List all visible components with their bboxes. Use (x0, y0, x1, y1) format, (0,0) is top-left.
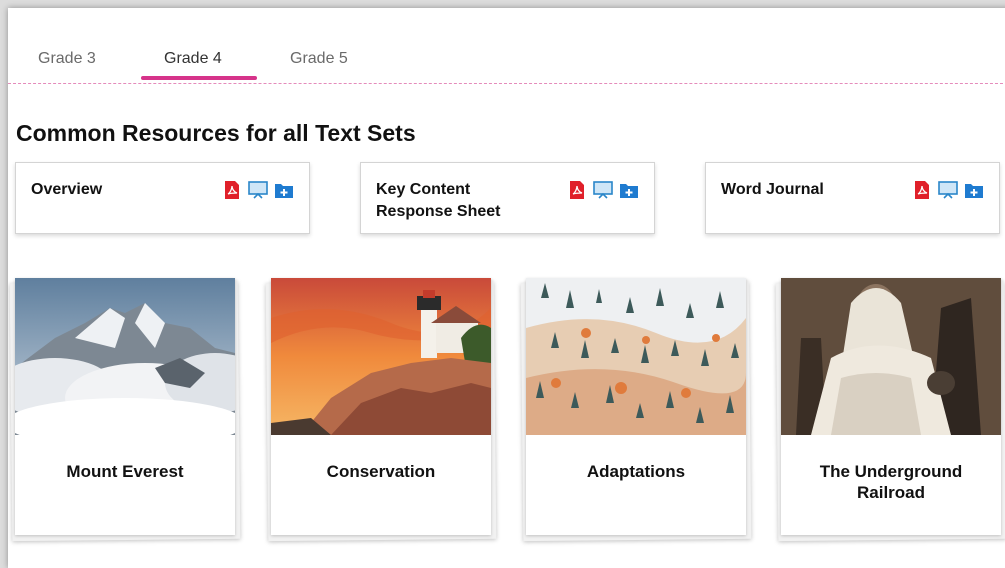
tab-grade-5[interactable]: Grade 5 (290, 50, 348, 78)
topic-card-the-underground-railroad[interactable]: The Underground Railroad (775, 278, 1005, 542)
resource-label: Word Journal (721, 181, 824, 198)
conservation-image (271, 278, 491, 435)
tab-grade-4[interactable]: Grade 4 (164, 50, 222, 78)
pdf-icon[interactable] (567, 180, 587, 200)
topic-title: The Underground Railroad (819, 462, 963, 502)
add-to-folder-icon[interactable] (619, 180, 639, 200)
tab-grade-3[interactable]: Grade 3 (38, 50, 96, 78)
topic-card-face[interactable]: Mount Everest (15, 278, 235, 535)
tab-divider (8, 83, 1005, 84)
topic-card-conservation[interactable]: Conservation (265, 278, 497, 542)
adaptations-image (526, 278, 746, 435)
add-to-folder-icon[interactable] (964, 180, 984, 200)
resource-label: Key Content Response Sheet (376, 181, 501, 220)
topic-title: Mount Everest (66, 462, 184, 481)
resource-card-key-content-response-sheet[interactable]: Key Content Response Sheet (360, 162, 655, 234)
pdf-icon[interactable] (912, 180, 932, 200)
presentation-icon[interactable] (591, 180, 615, 200)
topic-card-face[interactable]: Conservation (271, 278, 491, 535)
presentation-icon[interactable] (246, 180, 270, 200)
topic-title: Adaptations (586, 462, 686, 481)
mount-everest-image (15, 278, 235, 435)
pdf-icon[interactable] (222, 180, 242, 200)
page-frame: Grade 3 Grade 4 Grade 5 Common Resources… (8, 8, 1005, 568)
resource-card-word-journal[interactable]: Word Journal (705, 162, 1000, 234)
topic-title: Conservation (326, 462, 436, 481)
topic-card-mount-everest[interactable]: Mount Everest (9, 278, 241, 542)
resource-card-overview[interactable]: Overview (15, 162, 310, 234)
topic-card-face[interactable]: Adaptations (526, 278, 746, 535)
topic-card-adaptations[interactable]: Adaptations (520, 278, 752, 542)
active-tab-indicator (141, 76, 257, 80)
topic-card-face[interactable]: The Underground Railroad (781, 278, 1001, 535)
grade-tabs: Grade 3 Grade 4 Grade 5 (8, 8, 1005, 90)
add-to-folder-icon[interactable] (274, 180, 294, 200)
resource-label: Overview (31, 181, 103, 198)
underground-railroad-image (781, 278, 1001, 435)
presentation-icon[interactable] (936, 180, 960, 200)
section-title: Common Resources for all Text Sets (16, 120, 416, 146)
